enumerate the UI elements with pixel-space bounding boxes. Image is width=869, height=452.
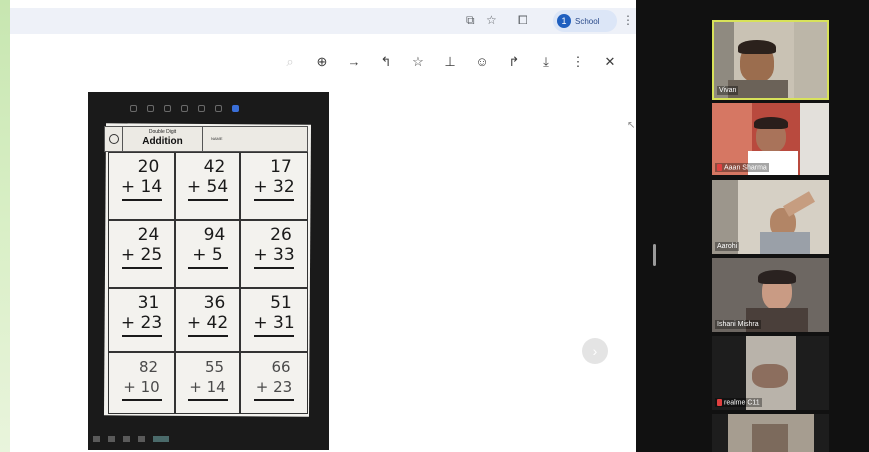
mic-muted-icon bbox=[717, 163, 722, 171]
extensions-icon[interactable]: ⧠ bbox=[518, 12, 528, 28]
worksheet-logo bbox=[105, 127, 123, 151]
participant-tile[interactable]: Aaan Sharma bbox=[712, 103, 829, 175]
photo-tool-icon bbox=[181, 105, 188, 112]
photo-taskbar bbox=[93, 436, 193, 446]
problem-cell: 66 + 23 bbox=[240, 352, 308, 414]
profile-label: School bbox=[575, 16, 600, 26]
problem-cell: 42 + 54 bbox=[175, 152, 240, 220]
photo-tool-icon bbox=[164, 105, 171, 112]
participant-name: realme C11 bbox=[715, 397, 762, 407]
taskbar-icon bbox=[108, 436, 115, 442]
panel-resize-handle[interactable] bbox=[653, 244, 656, 266]
participant-tile[interactable] bbox=[712, 414, 829, 452]
problem-cell: 36 + 42 bbox=[175, 288, 240, 352]
worksheet-header: Double Digit Addition NAME bbox=[104, 126, 308, 152]
problem-cell: 24 + 25 bbox=[108, 220, 175, 288]
photo-tool-icon bbox=[198, 105, 205, 112]
problem-cell: 51 + 31 bbox=[240, 288, 308, 352]
pin-icon[interactable]: ⊥ bbox=[440, 52, 460, 72]
participant-tile[interactable]: Aarohi bbox=[712, 180, 829, 254]
emoji-icon[interactable]: ☺ bbox=[472, 52, 492, 72]
participant-name: Aaan Sharma bbox=[715, 162, 769, 172]
taskbar-icon bbox=[153, 436, 169, 442]
problem-cell: 26 + 33 bbox=[240, 220, 308, 288]
participant-tile[interactable]: Ishani Mishra bbox=[712, 258, 829, 332]
participant-tile[interactable]: realme C11 bbox=[712, 336, 829, 410]
desktop-edge bbox=[0, 0, 10, 452]
cast-icon[interactable]: ⧉ bbox=[466, 12, 475, 28]
star-icon[interactable]: ☆ bbox=[408, 52, 428, 72]
profile-button[interactable]: 1 School bbox=[553, 10, 617, 32]
redo-icon[interactable]: ↱ bbox=[504, 52, 524, 72]
photo-tool-icon bbox=[232, 105, 239, 112]
taskbar-icon bbox=[138, 436, 145, 442]
problem-grid: 20 + 14 42 + 54 17 + 32 24 + 25 94 + 5 26 + 33… bbox=[108, 152, 308, 414]
next-image-button[interactable]: › bbox=[582, 338, 608, 364]
photo-tool-icon bbox=[147, 105, 154, 112]
worksheet-title: Double Digit Addition bbox=[123, 127, 203, 151]
bookmark-star-icon[interactable]: ☆ bbox=[486, 12, 497, 28]
browser-chrome: ⧉ ☆ ⧠ 1 School ⋮ bbox=[10, 0, 636, 40]
download-icon[interactable]: ⤓ bbox=[536, 52, 556, 72]
browser-menu-icon[interactable]: ⋮ bbox=[622, 12, 634, 28]
forward-icon[interactable]: → bbox=[344, 52, 364, 72]
more-icon[interactable]: ⋮ bbox=[568, 52, 588, 72]
participant-name: Vivan bbox=[717, 86, 739, 95]
problem-cell: 31 + 23 bbox=[108, 288, 175, 352]
problem-cell: 17 + 32 bbox=[240, 152, 308, 220]
taskbar-icon bbox=[123, 436, 130, 442]
taskbar-icon bbox=[93, 436, 100, 442]
participant-name: Ishani Mishra bbox=[715, 320, 761, 329]
screen: ⧉ ☆ ⧠ 1 School ⋮ ⌕ ⊕ → ↰ ☆ ⊥ ☺ ↱ ⤓ ⋮ ✕ ›… bbox=[0, 0, 869, 452]
address-bar[interactable] bbox=[10, 8, 636, 34]
zoom-in-icon[interactable]: ⊕ bbox=[312, 52, 332, 72]
viewer-toolbar: ⌕ ⊕ → ↰ ☆ ⊥ ☺ ↱ ⤓ ⋮ ✕ bbox=[280, 52, 620, 72]
mouse-cursor-icon: ↖ bbox=[627, 120, 636, 131]
problem-cell: 82 + 10 bbox=[108, 352, 175, 414]
problem-cell: 55 + 14 bbox=[175, 352, 240, 414]
participant-tile[interactable]: Vivan bbox=[712, 20, 829, 100]
zoom-out-icon[interactable]: ⌕ bbox=[280, 52, 300, 72]
photo-tool-icon bbox=[130, 105, 137, 112]
undo-icon[interactable]: ↰ bbox=[376, 52, 396, 72]
participant-name: Aarohi bbox=[715, 242, 740, 251]
avatar: 1 bbox=[557, 14, 571, 28]
close-icon[interactable]: ✕ bbox=[600, 52, 620, 72]
photo-tool-icon bbox=[215, 105, 222, 112]
problem-cell: 20 + 14 bbox=[108, 152, 175, 220]
problem-cell: 94 + 5 bbox=[175, 220, 240, 288]
worksheet-name-field: NAME bbox=[211, 136, 223, 141]
mic-muted-icon bbox=[717, 398, 722, 406]
photo-toolbar bbox=[130, 105, 290, 117]
